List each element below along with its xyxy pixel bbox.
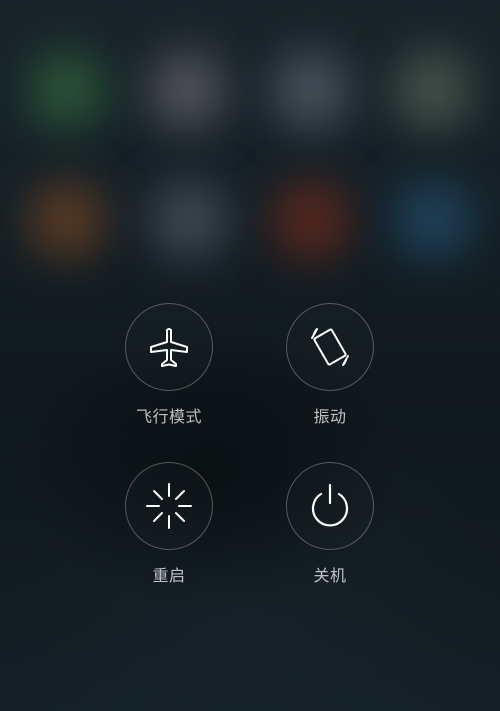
background-dim-overlay	[0, 0, 500, 711]
vibrate-icon	[305, 322, 355, 372]
power-off-label: 关机	[313, 566, 347, 585]
blurred-app-icon	[28, 52, 106, 130]
reboot-button[interactable]	[125, 462, 213, 550]
reboot-action[interactable]: 重启	[109, 462, 229, 586]
vibrate-button[interactable]	[286, 303, 374, 391]
blurred-app-icon	[28, 182, 106, 260]
blurred-app-icon	[394, 52, 472, 130]
airplane-mode-label: 飞行模式	[135, 407, 202, 426]
reboot-icon	[144, 481, 194, 531]
vibrate-label: 振动	[313, 407, 347, 426]
blurred-app-icon	[272, 52, 350, 130]
power-icon	[305, 481, 355, 531]
vibrate-action[interactable]: 振动	[270, 303, 390, 427]
power-off-action[interactable]: 关机	[270, 462, 390, 586]
blurred-home-background	[0, 0, 500, 711]
airplane-mode-button[interactable]	[125, 303, 213, 391]
power-menu-screen: 飞行模式 振动 重启 关机	[0, 0, 500, 711]
blurred-app-icon	[148, 52, 226, 130]
airplane-icon	[145, 323, 193, 371]
blurred-app-icon	[272, 182, 350, 260]
reboot-label: 重启	[152, 566, 186, 585]
airplane-mode-action[interactable]: 飞行模式	[109, 303, 229, 427]
blurred-app-icon	[394, 182, 472, 260]
blurred-app-icon	[150, 182, 228, 260]
power-off-button[interactable]	[286, 462, 374, 550]
